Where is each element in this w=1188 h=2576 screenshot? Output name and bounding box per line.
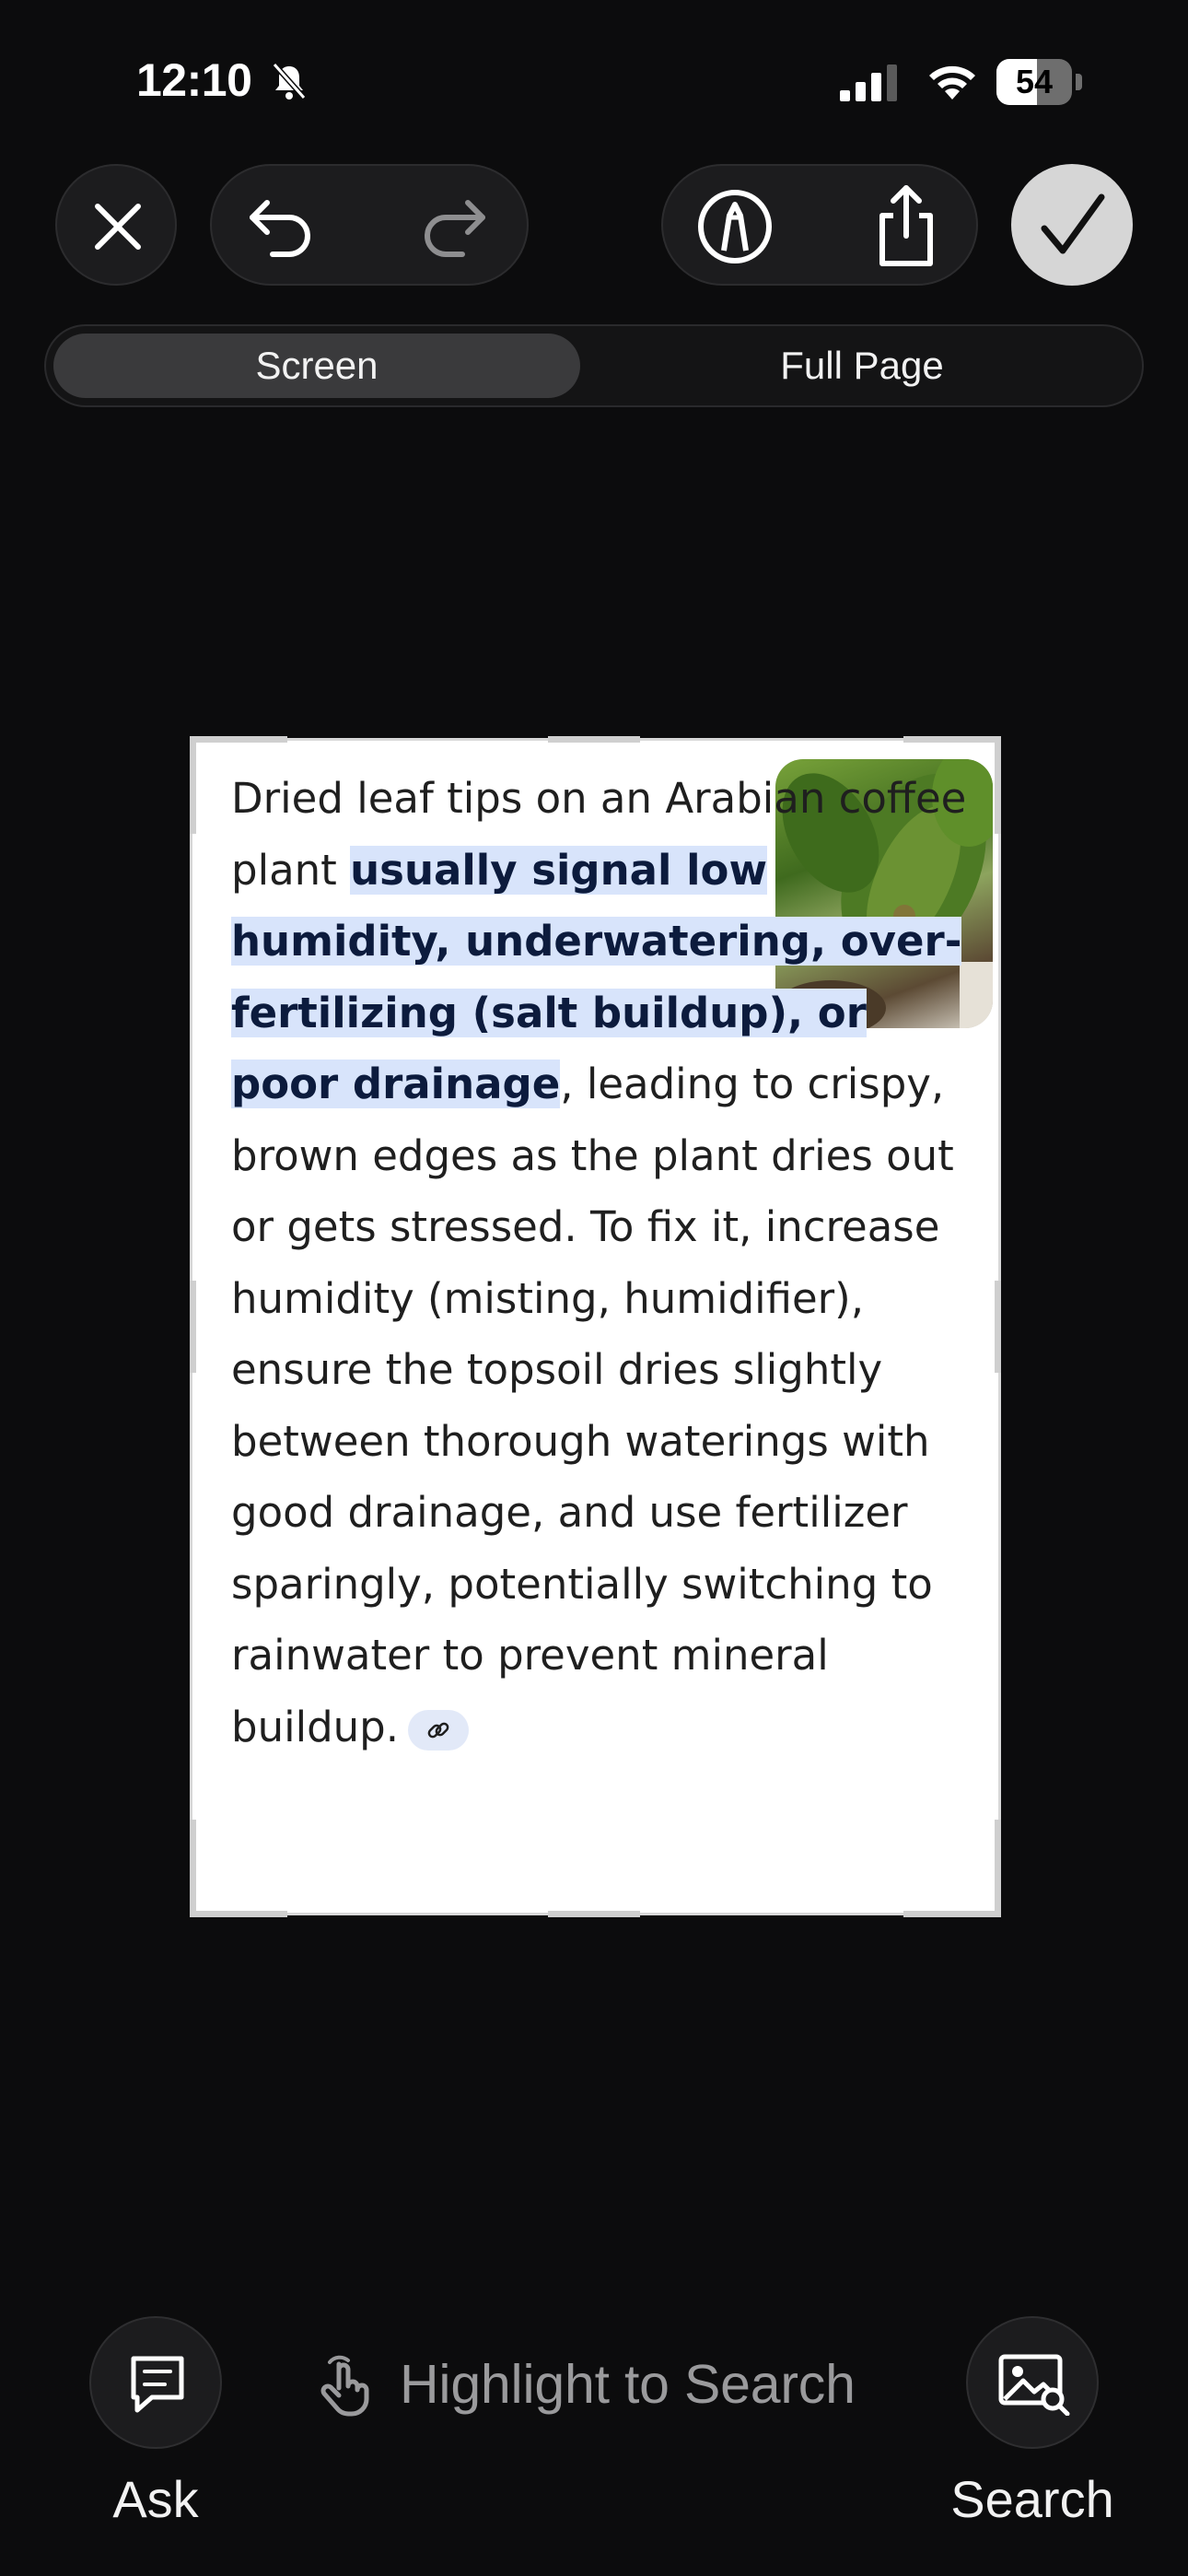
crop-handle-bottom-left[interactable]: [190, 1911, 287, 1917]
segment-screen[interactable]: Screen: [53, 334, 580, 398]
crop-handle-top-right[interactable]: [903, 736, 1001, 743]
crop-handle-bottom-right-vertical[interactable]: [995, 1820, 1001, 1917]
answer-text-rest: , leading to crispy, brown edges as the …: [231, 1060, 954, 1751]
ask-button[interactable]: [89, 2316, 222, 2449]
undo-redo-group: [210, 164, 529, 286]
search-label: Search: [950, 2470, 1114, 2528]
crop-handle-top-right-vertical[interactable]: [995, 736, 1001, 834]
answer-paragraph: Dried leaf tips on an Arabian coffee pla…: [231, 763, 986, 1762]
bell-muted-icon: [272, 63, 307, 100]
status-time: 12:10: [136, 54, 252, 106]
cellular-signal-icon: [840, 64, 897, 101]
wifi-icon: [929, 65, 975, 100]
undo-icon[interactable]: [245, 193, 319, 260]
close-button[interactable]: [55, 164, 177, 286]
battery-percent: 54: [1015, 63, 1054, 100]
markup-share-group: [661, 164, 978, 286]
markup-pen-icon[interactable]: [696, 188, 774, 265]
crop-handle-bottom-right[interactable]: [903, 1911, 1001, 1917]
crop-handle-top-left[interactable]: [190, 736, 287, 743]
source-link-chip[interactable]: [408, 1709, 470, 1751]
redo-icon[interactable]: [416, 193, 490, 260]
checkmark-icon: [1041, 193, 1105, 254]
chat-bubble-icon: [131, 2356, 184, 2413]
done-button[interactable]: [1011, 164, 1133, 286]
crop-handle-top-center[interactable]: [548, 736, 640, 743]
captured-content[interactable]: Dried leaf tips on an Arabian coffee pla…: [192, 741, 998, 1913]
highlight-to-search-text: Highlight to Search: [400, 2354, 856, 2415]
crop-handle-bottom-center[interactable]: [548, 1911, 640, 1917]
segment-full-page[interactable]: Full Page: [595, 334, 1129, 398]
ask-label: Ask: [112, 2470, 199, 2528]
crop-handle-bottom-left-vertical[interactable]: [190, 1820, 196, 1917]
battery-indicator: 54: [996, 59, 1085, 105]
image-search-icon: [998, 2354, 1070, 2416]
highlight-to-search-hint: Highlight to Search: [311, 2348, 856, 2421]
crop-handle-top-left-vertical[interactable]: [190, 736, 196, 834]
capture-mode-segmented-control: Screen Full Page: [44, 324, 1144, 407]
image-search-button[interactable]: [966, 2316, 1099, 2449]
hand-pointer-icon: [320, 2355, 369, 2417]
share-icon[interactable]: [869, 182, 943, 269]
link-icon: [427, 1722, 449, 1738]
close-icon: [95, 204, 141, 250]
crop-handle-right-center[interactable]: [995, 1281, 1001, 1373]
crop-handle-left-center[interactable]: [190, 1281, 196, 1373]
